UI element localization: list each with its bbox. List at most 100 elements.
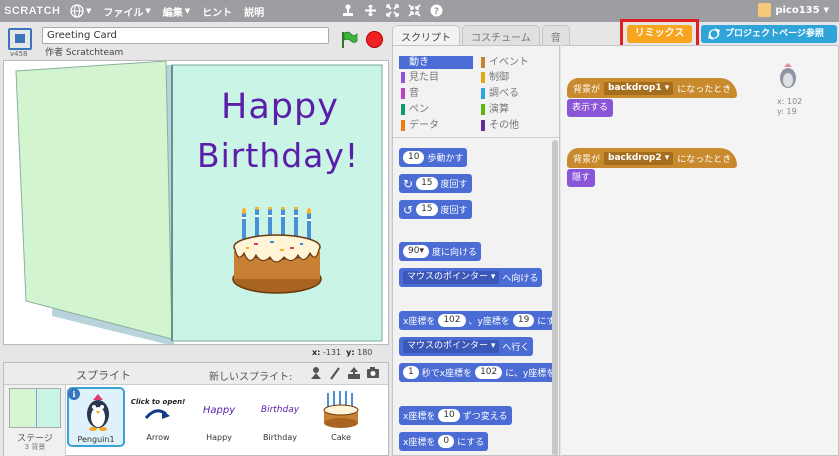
remix-button[interactable]: リミックス xyxy=(627,25,692,43)
motion-blocks: 10 歩動かす ↻ 15 度回す ↺ 15 度回す 90▾ 度に向ける マウスのポインター … xyxy=(393,142,553,456)
tab-costumes[interactable]: コスチューム xyxy=(462,25,540,45)
author-label: 作者 Scratchteam xyxy=(45,48,124,58)
see-project-page-button[interactable]: プロジェクトページ参照 xyxy=(701,25,837,43)
sprite-tile-birthday[interactable]: Birthday Birthday xyxy=(251,387,309,447)
dropdown-value: マウスのポインター xyxy=(407,272,489,282)
category-looks[interactable]: 見た目 xyxy=(399,71,473,84)
degrees-input[interactable]: 15 xyxy=(416,177,438,190)
block-turn-right[interactable]: ↻ 15 度回す xyxy=(399,174,472,193)
category-data[interactable]: データ xyxy=(399,119,473,132)
sprite-tile-happy[interactable]: Happy Happy xyxy=(190,387,248,447)
sprite-tile-cake[interactable]: Cake xyxy=(312,387,370,447)
block-label: 秒でx座標を xyxy=(421,369,473,379)
shrink-icon[interactable] xyxy=(407,3,421,17)
block-go-to-xy[interactable]: x座標を 102 、y座標を 19 にす xyxy=(399,311,553,330)
when-backdrop-switches-hat-2[interactable]: 背景が backdrop2 ▾ になったとき xyxy=(567,148,738,168)
block-turn-left[interactable]: ↺ 15 度回す xyxy=(399,200,472,219)
sprite-y-label: y: xyxy=(777,107,784,116)
x-input[interactable]: 102 xyxy=(438,314,466,327)
sprite-tile-arrow[interactable]: Click to open! Arrow xyxy=(129,387,187,447)
stage-selector[interactable]: ステージ 3 背景 xyxy=(4,385,66,456)
project-title-input[interactable] xyxy=(42,27,329,44)
stop-icon[interactable] xyxy=(366,31,383,48)
help-icon[interactable]: ? xyxy=(429,3,443,17)
cut-icon[interactable] xyxy=(363,3,377,17)
degrees-input[interactable]: 15 xyxy=(416,203,438,216)
mouse-x-label: x: xyxy=(312,348,321,357)
cake-sprite[interactable] xyxy=(230,207,325,295)
show-block[interactable]: 表示する xyxy=(567,99,614,117)
category-sensing[interactable]: 調べる xyxy=(479,87,553,100)
category-motion[interactable]: 動き xyxy=(399,56,473,69)
scratch-logo[interactable]: SCRATCH xyxy=(4,3,62,19)
target-dropdown[interactable]: マウスのポインター ▾ xyxy=(403,340,500,353)
globe-icon xyxy=(70,4,84,18)
sprite-x-label: x: xyxy=(777,97,785,106)
block-point-direction[interactable]: 90▾ 度に向ける xyxy=(399,242,481,261)
about-menu[interactable]: 説明 xyxy=(244,4,264,19)
stage-header: v458 作者 Scratchteam xyxy=(0,22,390,60)
turn-right-icon: ↻ xyxy=(403,176,414,191)
choose-sprite-icon[interactable] xyxy=(309,366,323,380)
category-events[interactable]: イベント xyxy=(479,56,553,69)
change-input[interactable]: 10 xyxy=(438,409,460,422)
block-move-steps[interactable]: 10 歩動かす xyxy=(399,148,468,167)
birthday-sprite[interactable]: Birthday! xyxy=(197,136,359,175)
happy-sprite[interactable]: Happy xyxy=(221,87,339,127)
when-backdrop-switches-hat-1[interactable]: 背景が backdrop1 ▾ になったとき xyxy=(567,78,738,98)
dropdown-value: backdrop2 xyxy=(608,152,662,163)
sprite-thumbnail: Click to open! xyxy=(131,389,185,431)
palette-scrollbar[interactable] xyxy=(552,140,558,456)
sprite-position: x: 102 y: 19 xyxy=(777,97,802,117)
hat-label: 背景が xyxy=(573,154,601,165)
block-label: x座標を xyxy=(403,438,436,448)
block-go-to[interactable]: マウスのポインター ▾ へ行く xyxy=(399,337,534,356)
tab-sounds[interactable]: 音 xyxy=(541,25,570,45)
sprites-title: スプライト xyxy=(76,369,131,382)
globe-menu[interactable]: ▼ xyxy=(70,4,91,18)
direction-input[interactable]: 90▾ xyxy=(403,245,429,258)
block-set-x[interactable]: x座標を 0 にする xyxy=(399,432,489,451)
chevron-down-icon: ▼ xyxy=(184,7,191,15)
block-change-x[interactable]: x座標を 10 ずつ変える xyxy=(399,406,512,425)
stage-canvas[interactable]: Happy Birthday! xyxy=(3,60,389,345)
project-page-icon xyxy=(708,28,720,40)
y-input[interactable]: 19 xyxy=(512,314,535,327)
backdrop-dropdown[interactable]: backdrop2 ▾ xyxy=(604,151,674,165)
green-flag-icon[interactable] xyxy=(340,31,358,49)
backdrop-dropdown[interactable]: backdrop1 ▾ xyxy=(604,81,674,95)
block-point-towards[interactable]: マウスのポインター ▾ へ向ける xyxy=(399,268,543,287)
sprite-tile-penguin1[interactable]: i Penguin1 xyxy=(67,387,125,447)
category-pen[interactable]: ペン xyxy=(399,103,473,116)
upload-icon[interactable] xyxy=(347,366,361,380)
user-menu[interactable]: pico135 ▼ xyxy=(758,3,829,17)
hat-label: 背景が xyxy=(573,84,601,95)
current-sprite-thumbnail xyxy=(780,63,796,88)
grow-icon[interactable] xyxy=(385,3,399,17)
duplicate-stamp-icon[interactable] xyxy=(341,3,355,17)
block-glide[interactable]: 1 秒でx座標を 102 に、y座標を xyxy=(399,363,553,382)
edit-menu[interactable]: 編集 ▼ xyxy=(163,4,190,19)
block-label: にする xyxy=(457,438,485,448)
category-more-blocks[interactable]: その他 xyxy=(479,119,553,132)
category-operators[interactable]: 演算 xyxy=(479,103,553,116)
x-input[interactable]: 0 xyxy=(438,435,455,448)
mouse-coordinates: x: -131 y: 180 xyxy=(312,348,372,357)
category-sound[interactable]: 音 xyxy=(399,87,473,100)
file-menu[interactable]: ファイル ▼ xyxy=(103,4,150,19)
category-control[interactable]: 制御 xyxy=(479,71,553,84)
x-input[interactable]: 102 xyxy=(475,366,503,379)
menu-bar: SCRATCH ▼ ファイル ▼ 編集 ▼ ヒント 説明 ? pico135 ▼ xyxy=(0,0,839,22)
steps-input[interactable]: 10 xyxy=(403,151,425,164)
happy-thumb-text: Happy xyxy=(202,404,236,416)
turn-left-icon: ↺ xyxy=(403,202,414,217)
tab-scripts[interactable]: スクリプト xyxy=(392,25,460,45)
block-label: 度回す xyxy=(440,206,468,216)
secs-input[interactable]: 1 xyxy=(403,366,419,379)
fullscreen-icon[interactable] xyxy=(8,28,32,50)
target-dropdown[interactable]: マウスのポインター ▾ xyxy=(403,271,500,284)
tips-menu[interactable]: ヒント xyxy=(202,4,232,19)
paint-brush-icon[interactable] xyxy=(328,366,342,380)
hide-block[interactable]: 隠す xyxy=(567,169,596,187)
camera-icon[interactable] xyxy=(366,366,380,380)
